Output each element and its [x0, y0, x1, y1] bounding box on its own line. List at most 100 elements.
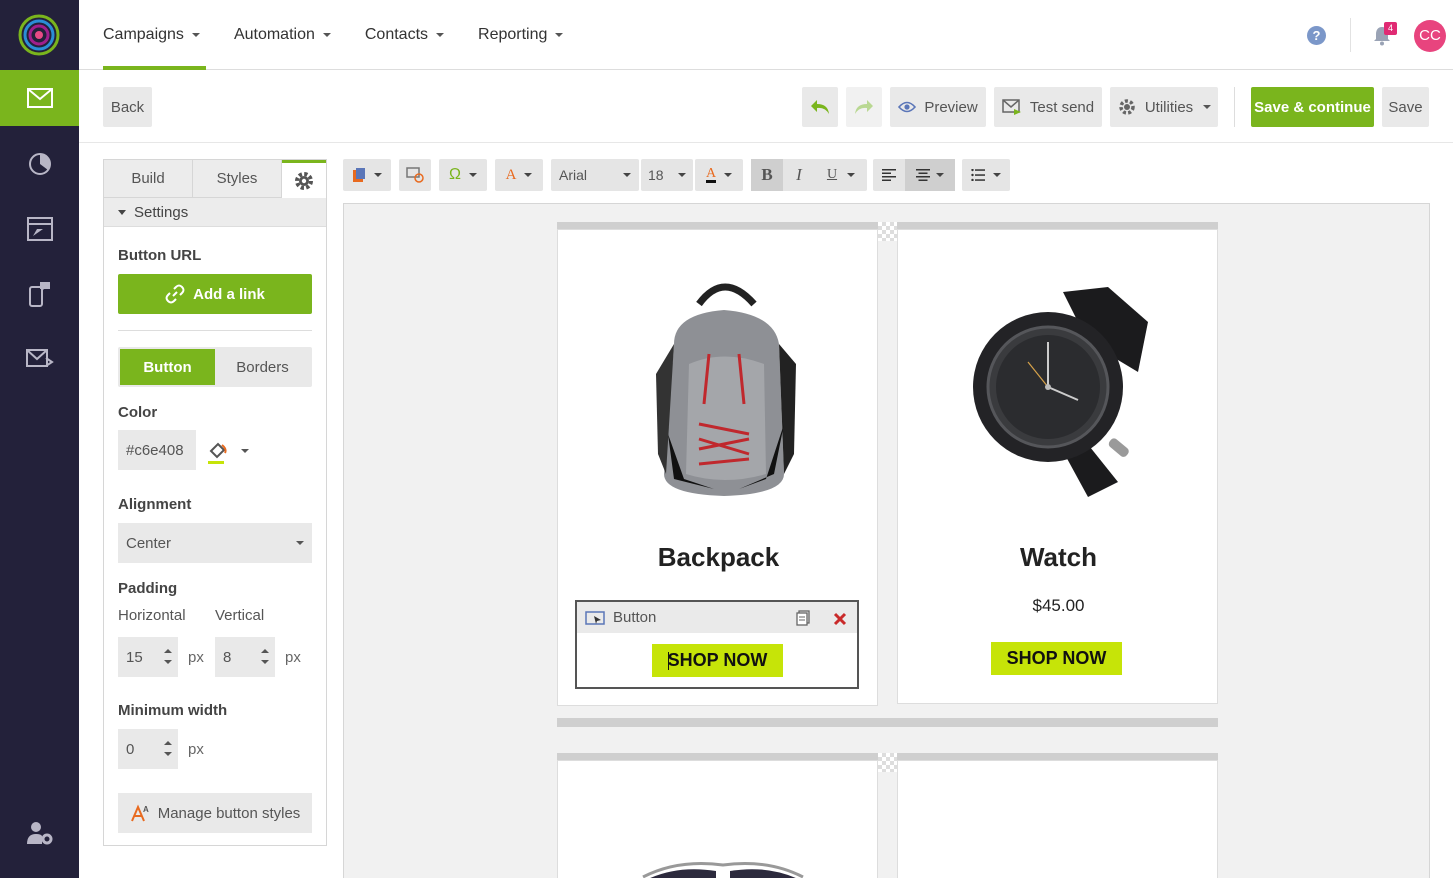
- add-link-label: Add a link: [193, 285, 265, 303]
- shop-now-button[interactable]: SHOP NOW: [652, 644, 783, 677]
- block-label: Button: [613, 609, 657, 626]
- redo-icon: [855, 100, 873, 114]
- merge-field-button[interactable]: [399, 159, 431, 191]
- alignment-group: [873, 159, 955, 191]
- properties-panel: Build Styles Settings Button URL Add a l…: [103, 159, 327, 846]
- stepper-down-icon[interactable]: [261, 660, 269, 664]
- nav-campaigns[interactable]: Campaigns: [103, 0, 206, 70]
- rail-sms-icon[interactable]: [0, 266, 79, 322]
- settings-section-header[interactable]: Settings: [104, 198, 326, 227]
- chevron-down-icon: [191, 33, 200, 37]
- seg-borders[interactable]: Borders: [215, 349, 310, 385]
- min-width-stepper[interactable]: 0: [118, 729, 178, 769]
- column-handle[interactable]: [897, 222, 1218, 229]
- font-size-select[interactable]: 18: [641, 159, 693, 191]
- utilities-button[interactable]: Utilities: [1110, 87, 1218, 127]
- avatar[interactable]: CC: [1414, 20, 1446, 52]
- padding-horizontal-stepper[interactable]: 15: [118, 637, 178, 677]
- product-card-watch[interactable]: Watch $45.00 SHOP NOW: [897, 229, 1218, 704]
- padding-vertical-stepper[interactable]: 8: [215, 637, 275, 677]
- add-link-button[interactable]: Add a link: [118, 274, 312, 314]
- product-title[interactable]: Backpack: [558, 542, 879, 573]
- product-card-empty[interactable]: [897, 760, 1218, 878]
- gear-icon: [295, 171, 313, 190]
- italic-button[interactable]: I: [783, 159, 815, 191]
- stepper-up-icon[interactable]: [261, 649, 269, 653]
- format-group: B I U: [751, 159, 867, 191]
- font-style-icon: A: [505, 166, 517, 183]
- paste-icon: [353, 168, 365, 182]
- column-handle[interactable]: [557, 222, 878, 229]
- unit-label: px: [285, 649, 301, 666]
- align-left-button[interactable]: [873, 159, 905, 191]
- sunglasses-image: [642, 862, 804, 878]
- chevron-down-icon[interactable]: [241, 449, 249, 453]
- backpack-image: [656, 283, 796, 496]
- stepper-up-icon[interactable]: [164, 649, 172, 653]
- shop-now-button[interactable]: SHOP NOW: [991, 642, 1122, 675]
- preview-button[interactable]: Preview: [890, 87, 986, 127]
- product-card-sunglasses[interactable]: [557, 760, 878, 878]
- row-spacer: [557, 727, 1218, 753]
- chevron-down-icon: [623, 173, 631, 177]
- nav-campaigns-label: Campaigns: [103, 26, 184, 43]
- nav-automation-label: Automation: [233, 26, 315, 43]
- logo-icon[interactable]: [18, 14, 60, 56]
- rail-account-settings-icon[interactable]: [0, 805, 79, 861]
- rail-landing-pages-icon[interactable]: [0, 201, 79, 257]
- chevron-down-icon: [724, 173, 733, 177]
- color-label: Color: [118, 404, 158, 421]
- nav-automation[interactable]: Automation: [234, 0, 331, 70]
- bold-button[interactable]: B: [751, 159, 783, 191]
- paint-bucket-icon[interactable]: [208, 441, 228, 469]
- list-icon: [971, 169, 985, 181]
- selected-button-block[interactable]: Button SHOP NOW: [575, 600, 859, 689]
- delete-icon[interactable]: [833, 612, 847, 626]
- rail-email-icon[interactable]: [0, 70, 79, 126]
- gear-icon: [1117, 97, 1137, 117]
- redo-button[interactable]: [846, 87, 882, 127]
- product-price[interactable]: $45.00: [898, 596, 1219, 616]
- row-handle[interactable]: [557, 718, 1218, 727]
- text-color-dropdown[interactable]: A: [695, 159, 743, 191]
- main-menu: Campaigns Automation Contacts Reporting: [103, 0, 597, 70]
- paste-dropdown[interactable]: [343, 159, 391, 191]
- vertical-label: Vertical: [215, 607, 265, 624]
- font-family-select[interactable]: Arial: [551, 159, 639, 191]
- stepper-up-icon[interactable]: [164, 741, 172, 745]
- text-cursor: [668, 652, 669, 670]
- font-family-value: Arial: [559, 167, 588, 183]
- save-continue-button[interactable]: Save & continue: [1251, 87, 1374, 127]
- seg-button[interactable]: Button: [120, 349, 215, 385]
- rail-reports-icon[interactable]: [0, 136, 79, 192]
- tab-styles[interactable]: Styles: [193, 160, 282, 198]
- personalize-icon: [406, 167, 424, 183]
- special-char-dropdown[interactable]: Ω: [439, 159, 487, 191]
- back-button[interactable]: Back: [103, 87, 152, 127]
- unit-label: px: [188, 741, 204, 758]
- color-hex-input[interactable]: #c6e408: [118, 430, 196, 470]
- underline-dropdown[interactable]: U: [815, 159, 867, 191]
- manage-button-styles-button[interactable]: A Manage button styles: [118, 793, 312, 833]
- align-center-dropdown[interactable]: [905, 159, 955, 191]
- save-button[interactable]: Save: [1382, 87, 1429, 127]
- stepper-down-icon[interactable]: [164, 660, 172, 664]
- help-icon[interactable]: ?: [1307, 26, 1326, 45]
- font-style-dropdown[interactable]: A: [495, 159, 543, 191]
- column-handle[interactable]: [557, 753, 878, 760]
- nav-contacts[interactable]: Contacts: [365, 0, 445, 70]
- undo-button[interactable]: [802, 87, 838, 127]
- test-send-button[interactable]: Test send: [994, 87, 1102, 127]
- nav-reporting[interactable]: Reporting: [478, 0, 564, 70]
- list-dropdown[interactable]: [962, 159, 1010, 191]
- font-style-icon: A: [130, 804, 150, 822]
- duplicate-icon[interactable]: [796, 610, 810, 626]
- stepper-down-icon[interactable]: [164, 752, 172, 756]
- alignment-select[interactable]: Center: [118, 523, 312, 563]
- alignment-value: Center: [126, 534, 172, 552]
- rail-transactional-icon[interactable]: [0, 331, 79, 387]
- product-title[interactable]: Watch: [898, 542, 1219, 573]
- tab-build[interactable]: Build: [104, 160, 193, 198]
- column-handle[interactable]: [897, 753, 1218, 760]
- tab-settings[interactable]: [282, 160, 326, 198]
